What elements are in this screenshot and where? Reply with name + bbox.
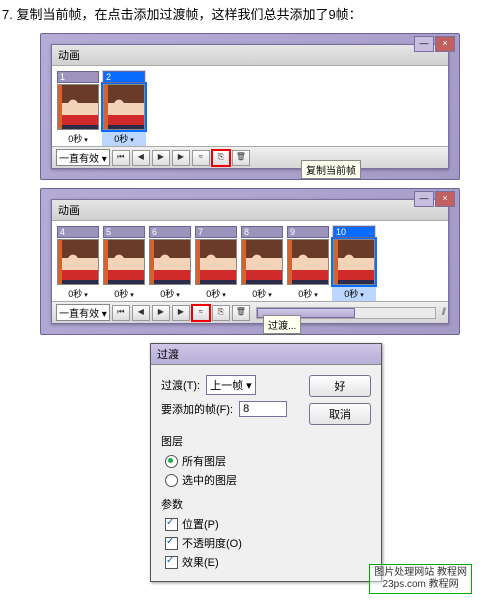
minimize-icon[interactable]: —	[414, 191, 434, 207]
rewind-button[interactable]: ⏮	[112, 150, 130, 166]
frame-duration[interactable]: 0秒	[103, 132, 145, 145]
frame-thumbnail	[57, 239, 99, 285]
tween-button[interactable]: ≈	[192, 150, 210, 166]
frame-duration[interactable]: 0秒	[57, 132, 99, 145]
next-frame-button[interactable]: ▶	[172, 150, 190, 166]
checkbox-icon	[165, 518, 178, 531]
loop-select[interactable]: 一直有效 ▾	[56, 149, 110, 166]
layers-group-label: 图层	[161, 433, 371, 449]
delete-frame-button[interactable]: 🗑	[232, 150, 250, 166]
animation-toolbar: 一直有效 ▾ ⏮ ◀ ▶ ▶ ≈ ⎘ 🗑 ///	[52, 301, 448, 323]
frame-number: 4	[57, 226, 99, 238]
play-button[interactable]: ▶	[152, 305, 170, 321]
dialog-title: 过渡	[151, 344, 381, 365]
checkbox-icon	[165, 537, 178, 550]
frames-to-add-label: 要添加的帧(F):	[161, 401, 233, 417]
frame-duration[interactable]: 0秒	[57, 287, 99, 300]
frame-number: 1	[57, 71, 99, 83]
animation-panel-2: — × 动画 4 0秒 5 0秒 6 0秒 7 0秒 8 0秒 9 0秒 10 0秒 一直有效 ▾ ⏮ ◀…	[40, 188, 460, 335]
checkbox-opacity[interactable]: 不透明度(O)	[161, 535, 371, 551]
watermark: 图片处理网站 教程网 23ps.com 教程网	[369, 564, 472, 594]
frame[interactable]: 9 0秒	[286, 225, 330, 301]
frame[interactable]: 8 0秒	[240, 225, 284, 301]
prev-frame-button[interactable]: ◀	[132, 305, 150, 321]
frames-to-add-input[interactable]: 8	[239, 401, 287, 417]
frame[interactable]: 4 0秒	[56, 225, 100, 301]
frame-thumbnail	[241, 239, 283, 285]
prev-frame-button[interactable]: ◀	[132, 150, 150, 166]
frames-strip: 1 0秒 2 0秒	[52, 66, 448, 146]
play-button[interactable]: ▶	[152, 150, 170, 166]
tween-button[interactable]: ≈	[192, 305, 210, 321]
frame-number: 9	[287, 226, 329, 238]
animation-tab[interactable]: 动画	[52, 200, 448, 221]
frames-strip: 4 0秒 5 0秒 6 0秒 7 0秒 8 0秒 9 0秒 10 0秒	[52, 221, 448, 301]
params-group-label: 参数	[161, 496, 371, 512]
frame-thumbnail	[333, 239, 375, 285]
frame-thumbnail	[103, 84, 145, 130]
frame-number: 6	[149, 226, 191, 238]
tooltip-duplicate: 复制当前帧	[301, 160, 361, 179]
instruction-text: 7. 复制当前帧，在点击添加过渡帧，这样我们总共添加了9帧：	[0, 0, 500, 29]
radio-selected-layer[interactable]: 选中的图层	[161, 472, 371, 488]
frame[interactable]: 5 0秒	[102, 225, 146, 301]
animation-tab[interactable]: 动画	[52, 45, 448, 66]
duplicate-frame-button[interactable]: ⎘	[212, 150, 230, 166]
frame-number: 10	[333, 226, 375, 238]
frame-thumbnail	[287, 239, 329, 285]
frame[interactable]: 1 0秒	[56, 70, 100, 146]
transition-label: 过渡(T):	[161, 377, 200, 393]
ok-button[interactable]: 好	[309, 375, 371, 397]
cancel-button[interactable]: 取消	[309, 403, 371, 425]
frame-duration[interactable]: 0秒	[241, 287, 283, 300]
checkbox-icon	[165, 556, 178, 569]
frame-thumbnail	[103, 239, 145, 285]
transition-select[interactable]: 上一帧 ▾	[206, 375, 256, 395]
rewind-button[interactable]: ⏮	[112, 305, 130, 321]
radio-icon	[165, 474, 178, 487]
loop-select[interactable]: 一直有效 ▾	[56, 304, 110, 321]
frame-thumbnail	[149, 239, 191, 285]
frame[interactable]: 7 0秒	[194, 225, 238, 301]
frame-duration[interactable]: 0秒	[195, 287, 237, 300]
frame-thumbnail	[57, 84, 99, 130]
frame-duration[interactable]: 0秒	[287, 287, 329, 300]
animation-panel-1: — × 动画 1 0秒 2 0秒 一直有效 ▾ ⏮ ◀ ▶ ▶ ≈ ⎘ 🗑 复制当前帧	[40, 33, 460, 180]
animation-toolbar: 一直有效 ▾ ⏮ ◀ ▶ ▶ ≈ ⎘ 🗑	[52, 146, 448, 168]
frame-number: 8	[241, 226, 283, 238]
duplicate-frame-button[interactable]: ⎘	[212, 305, 230, 321]
close-icon[interactable]: ×	[435, 191, 455, 207]
tween-dialog: 过渡 过渡(T): 上一帧 ▾ 要添加的帧(F): 8 好 取消 图层	[150, 343, 382, 582]
radio-all-layers[interactable]: 所有图层	[161, 453, 371, 469]
frame-number: 7	[195, 226, 237, 238]
resize-grip-icon[interactable]: ///	[442, 307, 444, 318]
delete-frame-button[interactable]: 🗑	[232, 305, 250, 321]
frame[interactable]: 2 0秒	[102, 70, 146, 146]
frame-duration[interactable]: 0秒	[103, 287, 145, 300]
next-frame-button[interactable]: ▶	[172, 305, 190, 321]
checkbox-position[interactable]: 位置(P)	[161, 516, 371, 532]
frame-number: 2	[103, 71, 145, 83]
frame-duration[interactable]: 0秒	[333, 287, 375, 300]
frame[interactable]: 10 0秒	[332, 225, 376, 301]
frame[interactable]: 6 0秒	[148, 225, 192, 301]
frame-number: 5	[103, 226, 145, 238]
close-icon[interactable]: ×	[435, 36, 455, 52]
checkbox-effects[interactable]: 效果(E)	[161, 554, 371, 570]
frame-thumbnail	[195, 239, 237, 285]
frame-duration[interactable]: 0秒	[149, 287, 191, 300]
minimize-icon[interactable]: —	[414, 36, 434, 52]
radio-icon	[165, 455, 178, 468]
tooltip-tween: 过渡...	[263, 315, 301, 334]
